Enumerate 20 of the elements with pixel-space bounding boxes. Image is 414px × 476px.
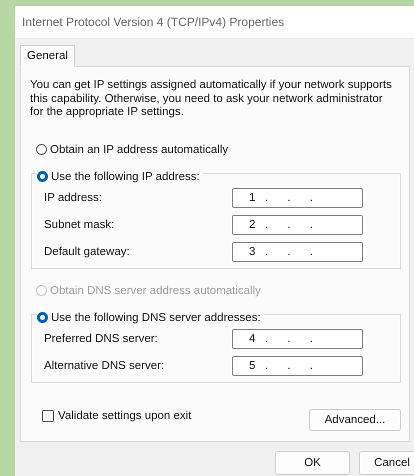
radio-option[interactable]: Use the following IP address: [37,170,203,182]
window-title: Internet Protocol Version 4 (TCP/IPv4) Properties [22,15,284,29]
ip-address-field[interactable]: 3 . . . [232,242,363,262]
validate-checkbox[interactable]: Validate settings upon exit [42,410,192,422]
field-label: Default gateway: [44,246,131,258]
description-text: You can get IP settings assigned automatically if your network supports this capability. Otherwise, you need to ask your network administrator for the appropriate IP settings. [30,79,392,120]
ip-address-field[interactable]: 2 . . . [232,215,363,235]
ok-button[interactable]: OK [275,451,350,475]
field-label: Alternative DNS server: [44,360,166,372]
field-label: Subnet mask: [44,219,116,231]
ip-address-field[interactable]: 4 . . . [232,329,363,349]
radio-option[interactable]: Use the following DNS server addresses: [37,312,264,324]
ip-address-field[interactable]: 5 . . . [232,356,363,376]
field-label: IP address: [44,192,103,204]
field-label: Preferred DNS server: [44,333,159,345]
advanced-button[interactable]: Advanced... [309,408,401,430]
tab[interactable]: General [20,45,75,67]
ip-address-field[interactable]: 1 . . . [232,188,363,208]
radio-option[interactable]: Obtain an IP address automatically [36,144,228,156]
cancel-button[interactable]: Cancel [359,451,414,475]
